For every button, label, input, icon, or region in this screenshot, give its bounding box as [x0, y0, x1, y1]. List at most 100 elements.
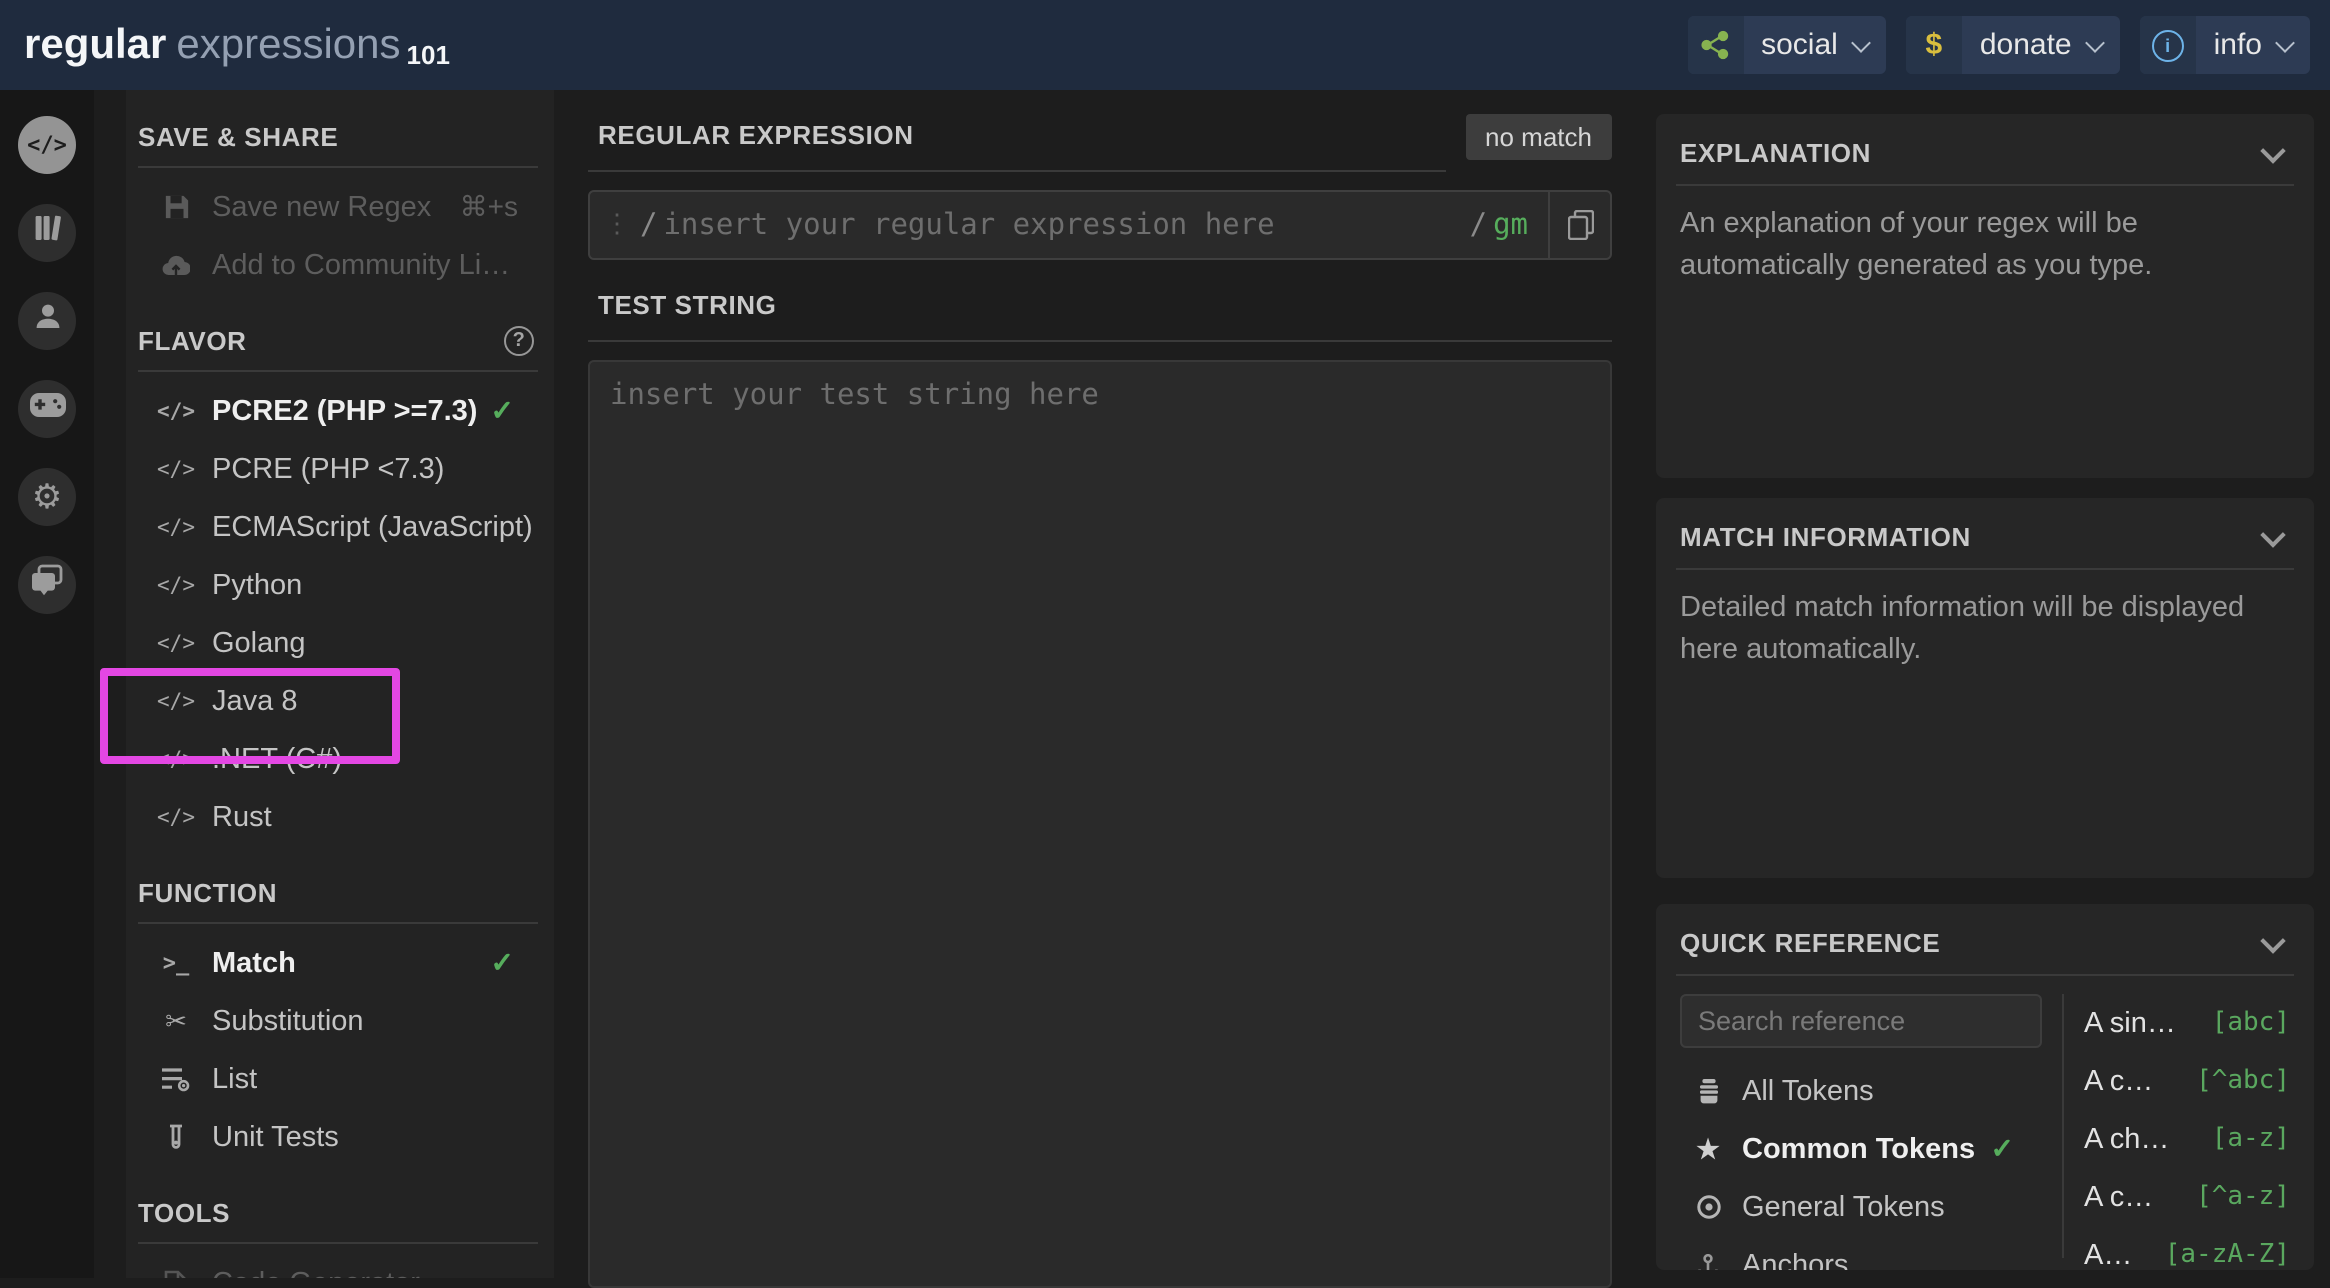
function-item-list[interactable]: List	[138, 1050, 538, 1108]
rail-library-button[interactable]	[18, 204, 76, 262]
category-label: Common Tokens	[1742, 1133, 1975, 1165]
flavor-help-icon[interactable]: ?	[504, 326, 534, 356]
flavor-item-java8[interactable]: </> Java 8	[138, 672, 538, 730]
explanation-header: EXPLANATION	[1680, 134, 2290, 184]
divider	[1676, 568, 2294, 570]
regex-flags[interactable]: gm	[1493, 209, 1548, 241]
test-string-placeholder: insert your test string here	[610, 380, 1099, 412]
nav-buttons: social $ donate i info	[1687, 16, 2310, 74]
chevron-down-icon[interactable]	[2260, 137, 2285, 162]
gear-icon: ⚙	[32, 480, 63, 514]
match-information-title: MATCH INFORMATION	[1680, 522, 1971, 552]
flavor-item-python[interactable]: </> Python	[138, 556, 538, 614]
token-description: A c…	[2084, 1065, 2188, 1097]
info-label: info	[2196, 28, 2276, 62]
category-anchors[interactable]: Anchors	[1680, 1236, 2042, 1270]
token-description: A…	[2084, 1239, 2157, 1270]
token-code: [a-zA-Z]	[2165, 1240, 2290, 1270]
code-icon: </>	[158, 805, 194, 829]
token-code: [^a-z]	[2196, 1182, 2290, 1212]
save-share-title: SAVE & SHARE	[138, 122, 338, 152]
flavor-item-golang[interactable]: </> Golang	[138, 614, 538, 672]
rail-feedback-button[interactable]	[18, 556, 76, 614]
drag-handle-icon[interactable]: ⋮	[590, 210, 634, 240]
main-editor: REGULAR EXPRESSION no match ⋮ / insert y…	[588, 90, 1612, 1278]
flavor-label: ECMAScript (JavaScript)	[212, 511, 533, 543]
function-item-match[interactable]: >_ Match ✓	[138, 934, 538, 992]
test-section-header: TEST STRING	[588, 284, 1612, 342]
reference-search-input[interactable]	[1680, 994, 2042, 1048]
token-row[interactable]: A c… [^a-z]	[2084, 1168, 2290, 1226]
token-row[interactable]: A ch… [a-z]	[2084, 1110, 2290, 1168]
chevron-down-icon[interactable]	[2260, 521, 2285, 546]
token-row[interactable]: A c… [^abc]	[2084, 1052, 2290, 1110]
explanation-body: An explanation of your regex will be aut…	[1680, 204, 2290, 286]
brand-logo[interactable]: regular expressions 101	[24, 21, 450, 69]
terminal-icon: >_	[158, 950, 194, 976]
rail-account-button[interactable]	[18, 292, 76, 350]
save-new-regex-item[interactable]: Save new Regex ⌘+s	[138, 178, 538, 236]
chevron-down-icon[interactable]	[2260, 927, 2285, 952]
code-icon: </>	[158, 689, 194, 713]
chevron-down-icon	[1851, 32, 1871, 52]
library-icon	[31, 212, 63, 254]
token-row[interactable]: A… [a-zA-Z]	[2084, 1226, 2290, 1270]
dollar-icon: $	[1906, 16, 1962, 74]
check-icon: ✓	[491, 394, 514, 428]
test-string-input[interactable]: insert your test string here	[588, 360, 1612, 1288]
regex-placeholder: insert your regular expression here	[663, 209, 1274, 241]
floppy-disk-icon	[158, 194, 194, 220]
divider	[138, 922, 538, 924]
test-tube-icon	[158, 1123, 194, 1151]
category-common-tokens[interactable]: ★ Common Tokens ✓	[1680, 1120, 2042, 1178]
donate-button[interactable]: $ donate	[1906, 16, 2120, 74]
function-item-unit-tests[interactable]: Unit Tests	[138, 1108, 538, 1166]
flavor-item-dotnet[interactable]: </> .NET (C#)	[138, 730, 538, 788]
code-icon: </>	[27, 132, 67, 158]
copy-regex-button[interactable]	[1548, 192, 1610, 258]
regex101-app: regular expressions 101 social $ donate	[0, 0, 2330, 1278]
token-row[interactable]: A sin… [abc]	[2084, 994, 2290, 1052]
regex-input[interactable]: ⋮ / insert your regular expression here …	[588, 190, 1612, 260]
anchor-icon	[1692, 1253, 1724, 1270]
tools-header: TOOLS	[138, 1198, 538, 1242]
tools-item-code-generator[interactable]: Code Generator	[138, 1254, 538, 1278]
file-icon	[158, 1269, 194, 1278]
code-icon: </>	[158, 573, 194, 597]
regex-open-delimiter: /	[634, 209, 663, 241]
quick-reference-header: QUICK REFERENCE	[1680, 924, 2290, 974]
flavor-item-pcre2[interactable]: </> PCRE2 (PHP >=7.3) ✓	[138, 382, 538, 440]
flavor-item-ecmascript[interactable]: </> ECMAScript (JavaScript)	[138, 498, 538, 556]
token-description: A sin…	[2084, 1007, 2204, 1039]
rail-regex-editor-button[interactable]: </>	[18, 116, 76, 174]
rail-settings-button[interactable]: ⚙	[18, 468, 76, 526]
category-all-tokens[interactable]: All Tokens	[1680, 1062, 2042, 1120]
divider	[1676, 184, 2294, 186]
flavor-item-pcre[interactable]: </> PCRE (PHP <7.3)	[138, 440, 538, 498]
match-status-badge: no match	[1465, 114, 1612, 160]
info-button[interactable]: i info	[2140, 16, 2310, 74]
social-button[interactable]: social	[1687, 16, 1886, 74]
flavor-label: PCRE2 (PHP >=7.3)	[212, 395, 477, 427]
tokens-icon	[1692, 1078, 1724, 1104]
chevron-down-icon	[2275, 32, 2295, 52]
flavor-label: Golang	[212, 627, 306, 659]
regex-close-delimiter: /	[1464, 209, 1493, 241]
scissors-icon: ✂	[158, 1005, 194, 1037]
tools-label: Code Generator	[212, 1267, 420, 1278]
left-sidebar: SAVE & SHARE Save new Regex ⌘+s Add t	[126, 90, 554, 1278]
save-shortcut: ⌘+s	[460, 190, 518, 224]
rail-discord-button[interactable]	[18, 380, 76, 438]
flavor-label: Rust	[212, 801, 272, 833]
category-label: All Tokens	[1742, 1075, 1874, 1107]
share-nodes-icon	[1687, 16, 1743, 74]
function-item-substitution[interactable]: ✂ Substitution	[138, 992, 538, 1050]
category-general-tokens[interactable]: General Tokens	[1680, 1178, 2042, 1236]
tools-title: TOOLS	[138, 1198, 230, 1228]
add-to-community-item[interactable]: Add to Community Li…	[138, 236, 538, 294]
function-label: List	[212, 1063, 257, 1095]
explanation-title: EXPLANATION	[1680, 138, 1871, 168]
flavor-item-rust[interactable]: </> Rust	[138, 788, 538, 846]
flavor-label: PCRE (PHP <7.3)	[212, 453, 444, 485]
code-icon: </>	[158, 747, 194, 771]
